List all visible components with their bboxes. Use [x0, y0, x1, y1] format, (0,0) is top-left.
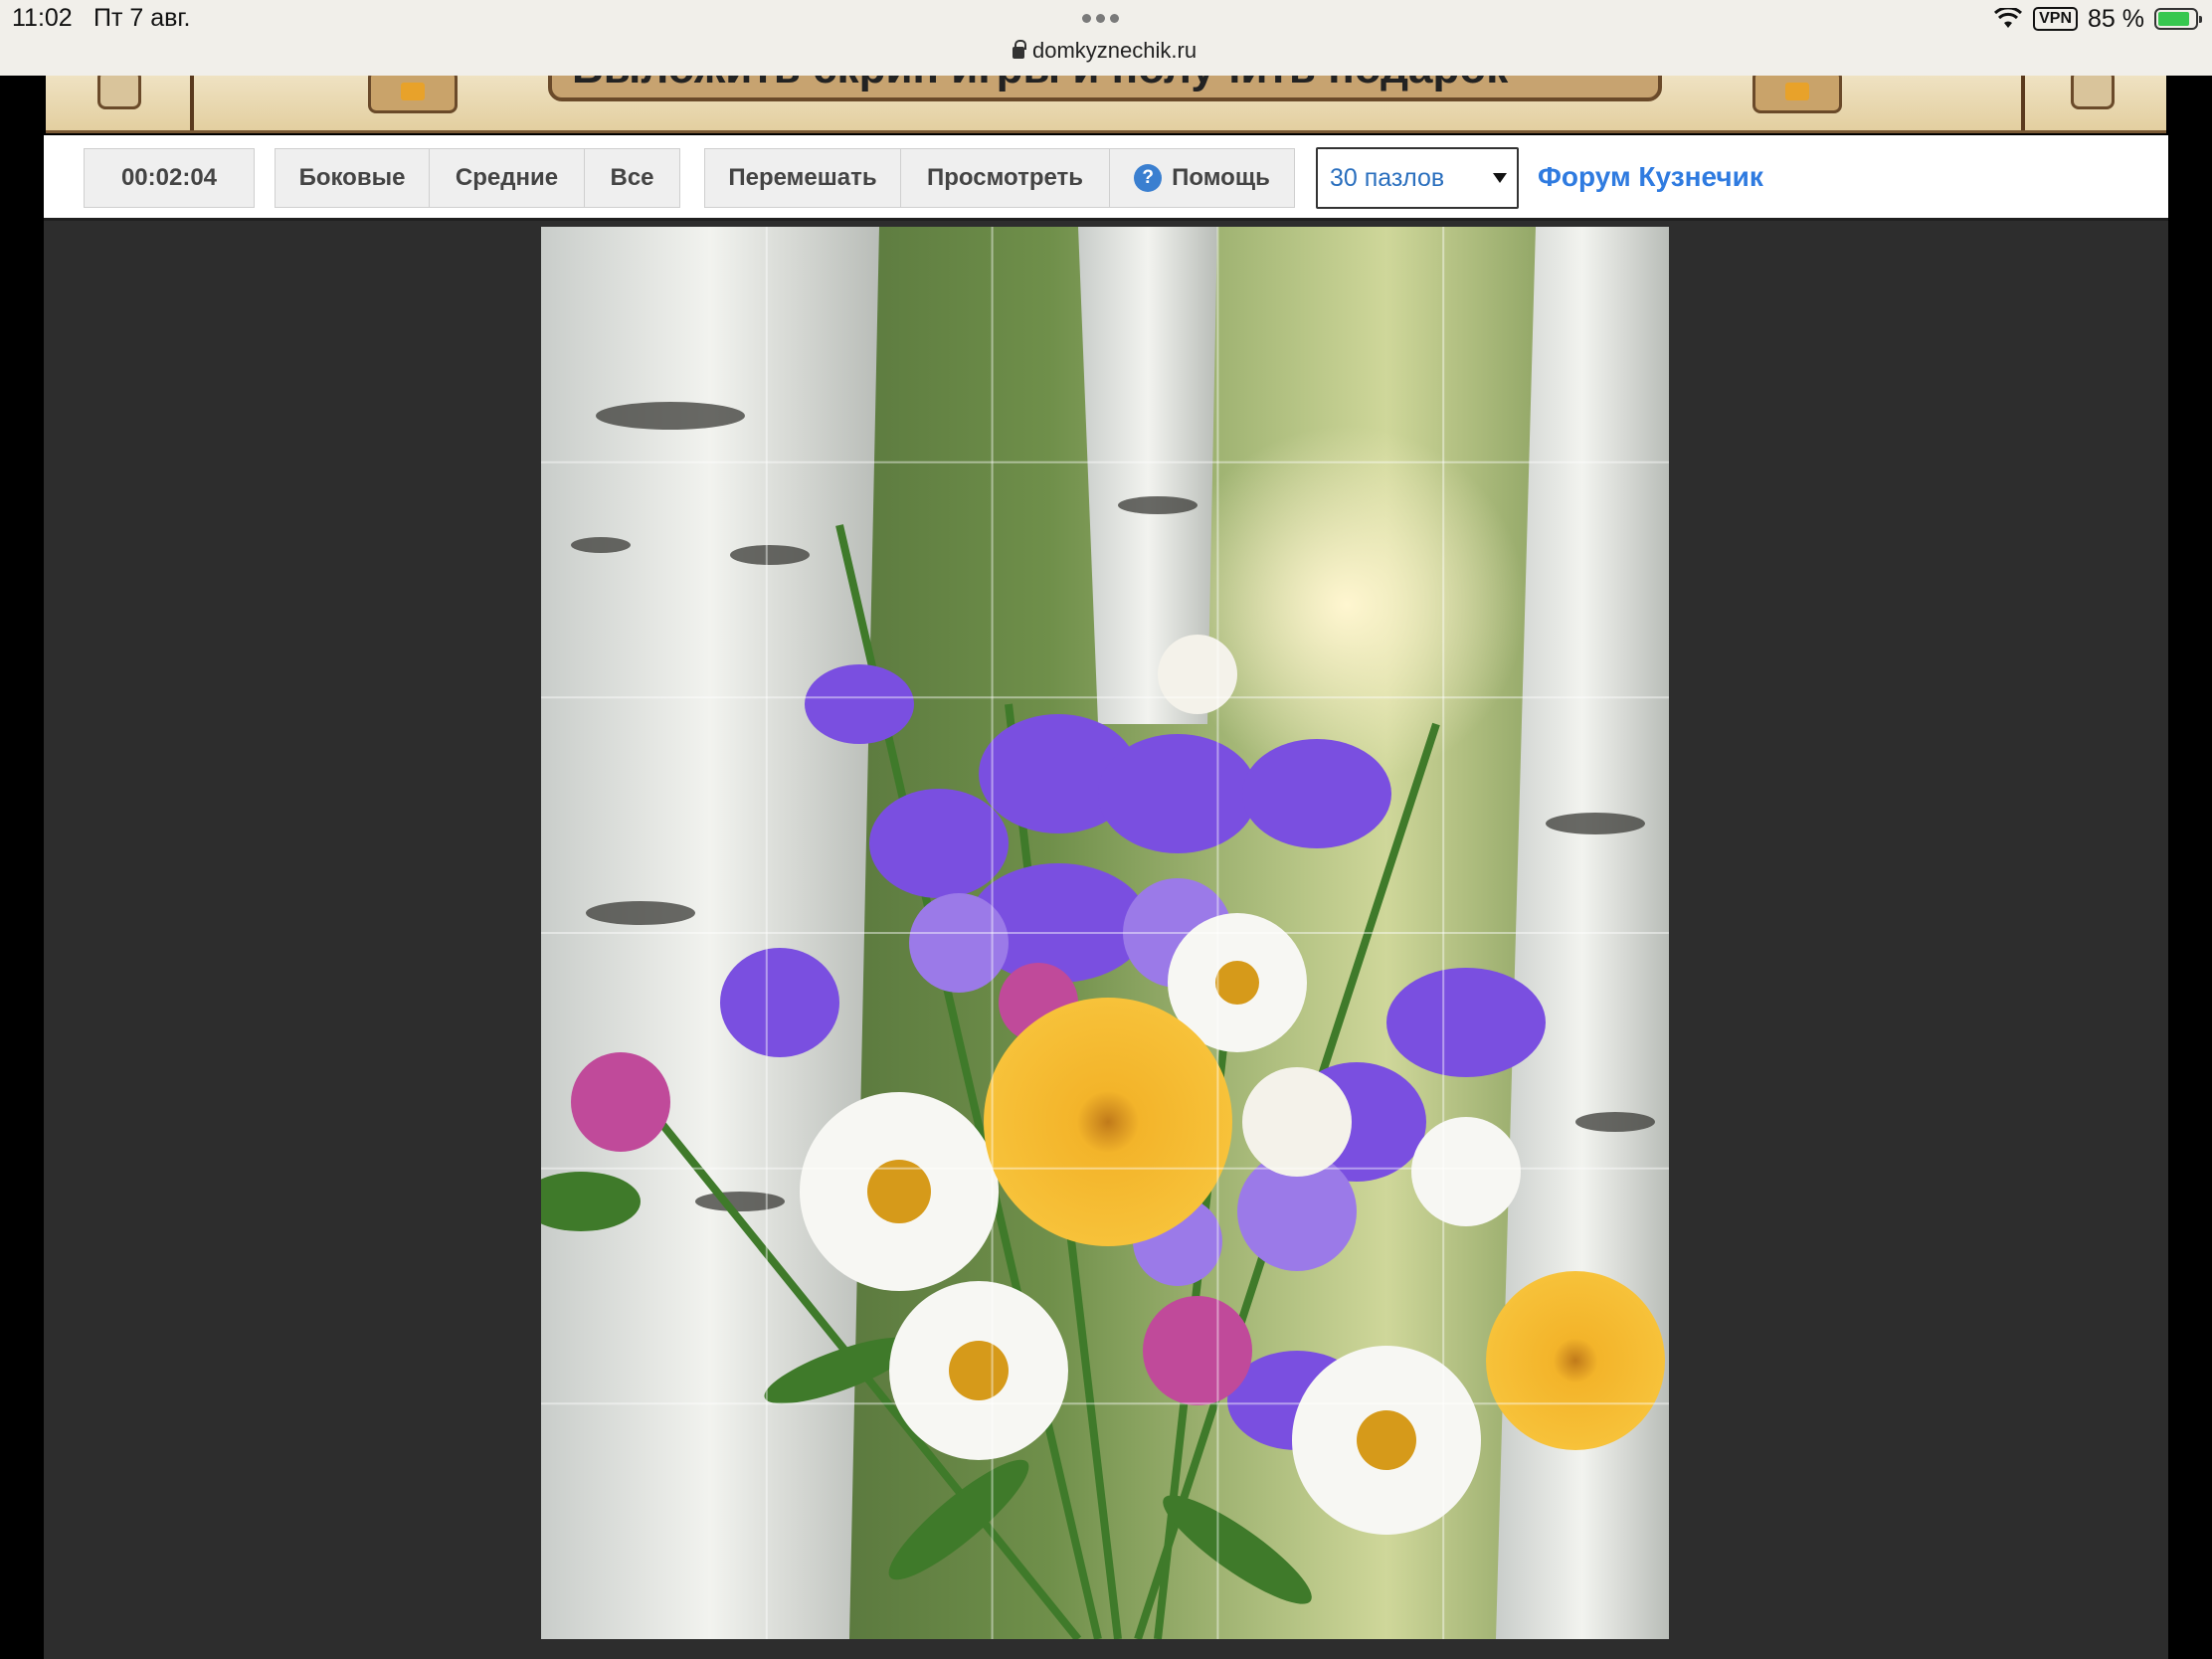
timer-display: 00:02:04	[84, 148, 255, 208]
lock-icon	[1013, 40, 1026, 59]
banner-divider	[2021, 76, 2025, 130]
pieces-count-select[interactable]: 30 пазлов	[1316, 147, 1519, 209]
promo-button[interactable]: Выложить скрин игры и получить подарок	[548, 76, 1662, 101]
puzzle-board[interactable]	[541, 227, 1669, 1639]
chest-icon	[1752, 76, 1842, 113]
banner-knob-left	[97, 76, 141, 109]
more-dots-icon[interactable]	[1082, 10, 1132, 23]
help-icon: ?	[1134, 164, 1163, 192]
help-label: Помощь	[1172, 164, 1270, 191]
promo-banner: Выложить скрин игры и получить подарок	[46, 76, 2166, 133]
puzzle-image	[541, 227, 1669, 1639]
edges-button[interactable]: Боковые	[275, 148, 430, 208]
battery-percent: 85 %	[2088, 4, 2144, 33]
clock: 11:02	[12, 4, 73, 32]
vpn-badge: VPN	[2033, 7, 2079, 31]
address-bar[interactable]: domkyznechik.ru	[1013, 38, 1197, 64]
help-button[interactable]: ? Помощь	[1110, 148, 1295, 208]
status-bar: 11:02 Пт 7 авг. domkyznechik.ru VPN 85 %	[0, 0, 2212, 76]
promo-text: Выложить скрин игры и получить подарок	[572, 76, 1508, 93]
shuffle-button[interactable]: Перемешать	[704, 148, 901, 208]
banner-knob-right	[2071, 76, 2115, 109]
game-frame: 00:02:04 Боковые Средние Все Перемешать …	[44, 135, 2168, 1659]
banner-divider	[190, 76, 194, 130]
preview-button[interactable]: Просмотреть	[901, 148, 1110, 208]
dropdown-arrow-icon	[1493, 173, 1507, 183]
forum-link[interactable]: Форум Кузнечик	[1538, 161, 1763, 193]
pieces-count-value: 30 пазлов	[1330, 163, 1445, 192]
all-button[interactable]: Все	[585, 148, 680, 208]
battery-icon	[2154, 8, 2202, 30]
puzzle-toolbar: 00:02:04 Боковые Средние Все Перемешать …	[44, 135, 2168, 221]
url-text: domkyznechik.ru	[1032, 38, 1198, 63]
wifi-icon	[1994, 8, 2023, 28]
date: Пт 7 авг.	[93, 4, 191, 32]
middles-button[interactable]: Средние	[430, 148, 585, 208]
chest-icon	[368, 76, 458, 113]
status-indicators: VPN 85 %	[1993, 4, 2202, 34]
